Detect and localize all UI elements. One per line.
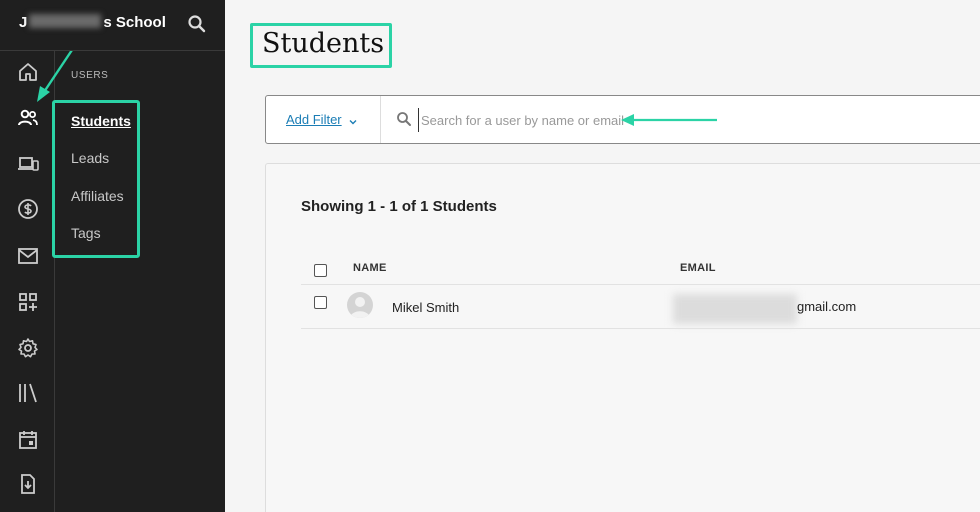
devices-icon[interactable]: [16, 152, 40, 176]
results-count: Showing 1 - 1 of 1 Students: [301, 198, 497, 215]
highlight-box-nav: [52, 100, 140, 258]
column-header-email[interactable]: EMAIL: [680, 262, 716, 274]
avatar: [347, 292, 373, 318]
divider: [380, 96, 381, 143]
redacted-email: [673, 294, 797, 324]
filter-bar: Add Filter: [265, 95, 980, 144]
select-all-checkbox[interactable]: [314, 264, 327, 277]
search-icon[interactable]: [187, 14, 207, 34]
divider: [301, 328, 980, 329]
search-input[interactable]: [418, 108, 718, 132]
student-email: gmail.com: [797, 299, 857, 314]
apps-add-icon[interactable]: [16, 290, 40, 314]
dollar-icon[interactable]: [16, 197, 40, 221]
users-section-title: USERS: [71, 70, 109, 81]
add-filter-button[interactable]: Add Filter: [286, 112, 342, 127]
students-panel: [265, 163, 980, 512]
page-title: Students: [262, 28, 385, 59]
school-name[interactable]: Js School: [19, 14, 166, 31]
redacted-text: [29, 14, 102, 28]
school-name-prefix: J: [19, 14, 28, 31]
column-header-name[interactable]: NAME: [353, 262, 387, 274]
divider: [301, 284, 980, 285]
mail-icon[interactable]: [16, 244, 40, 268]
search-icon: [396, 111, 412, 127]
student-name[interactable]: Mikel Smith: [392, 300, 459, 315]
row-checkbox[interactable]: [314, 296, 327, 309]
chevron-down-icon[interactable]: [348, 114, 358, 125]
library-icon[interactable]: [16, 381, 40, 405]
calendar-icon[interactable]: [16, 428, 40, 452]
users-icon[interactable]: [16, 106, 40, 130]
download-file-icon[interactable]: [16, 472, 40, 496]
brand-bar: Js School: [0, 0, 225, 51]
gear-icon[interactable]: [16, 336, 40, 360]
school-name-suffix: s School: [103, 14, 166, 31]
home-icon[interactable]: [16, 60, 40, 84]
